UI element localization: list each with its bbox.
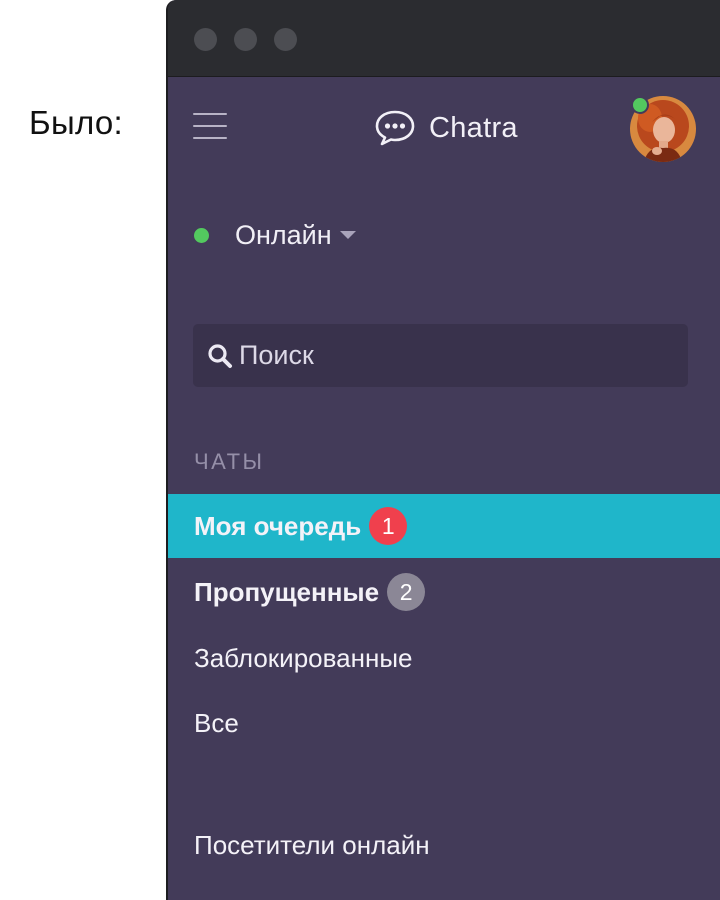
sidebar-item-label: Заблокированные	[194, 642, 413, 673]
sidebar-item-blocked[interactable]: Заблокированные	[168, 626, 720, 690]
search-icon	[208, 343, 232, 368]
sidebar-item-missed[interactable]: Пропущенные 2	[168, 560, 720, 624]
app-name: Chatra	[429, 111, 518, 144]
sidebar-item-label: Все	[194, 707, 239, 738]
search-input[interactable]: Поиск	[193, 324, 688, 387]
status-dot-icon	[194, 227, 209, 243]
minimize-window-button[interactable]	[234, 28, 257, 51]
sidebar-item-online-visitors[interactable]: Посетители онлайн	[168, 813, 720, 877]
chat-bubble-logo-icon	[375, 110, 415, 146]
app-logo: Chatra	[374, 108, 518, 148]
close-window-button[interactable]	[194, 28, 217, 51]
caption-label: Было:	[29, 104, 124, 141]
sidebar-item-all[interactable]: Все	[168, 691, 720, 755]
sidebar-item-label: Пропущенные	[194, 576, 380, 607]
sidebar-item-label: Посетители онлайн	[194, 829, 430, 860]
unread-badge: 1	[369, 507, 408, 545]
zoom-window-button[interactable]	[274, 28, 297, 51]
search-placeholder: Поиск	[239, 340, 314, 370]
sidebar-item-my-queue[interactable]: Моя очередь 1	[168, 494, 720, 558]
status-label: Онлайн	[235, 219, 332, 250]
app-window: Chatra Онлайн Поиск ЧАТЫ Моя очередь 1 П…	[166, 0, 720, 900]
count-badge: 2	[387, 573, 426, 611]
sidebar-item-label: Моя очередь	[194, 510, 362, 541]
window-titlebar	[168, 0, 720, 77]
caret-down-icon	[339, 231, 356, 239]
online-indicator	[631, 96, 649, 114]
chats-section-title: ЧАТЫ	[194, 449, 265, 474]
hamburger-menu-icon[interactable]	[193, 111, 227, 141]
user-avatar-button[interactable]	[630, 96, 696, 162]
status-dropdown[interactable]: Онлайн	[194, 218, 356, 252]
